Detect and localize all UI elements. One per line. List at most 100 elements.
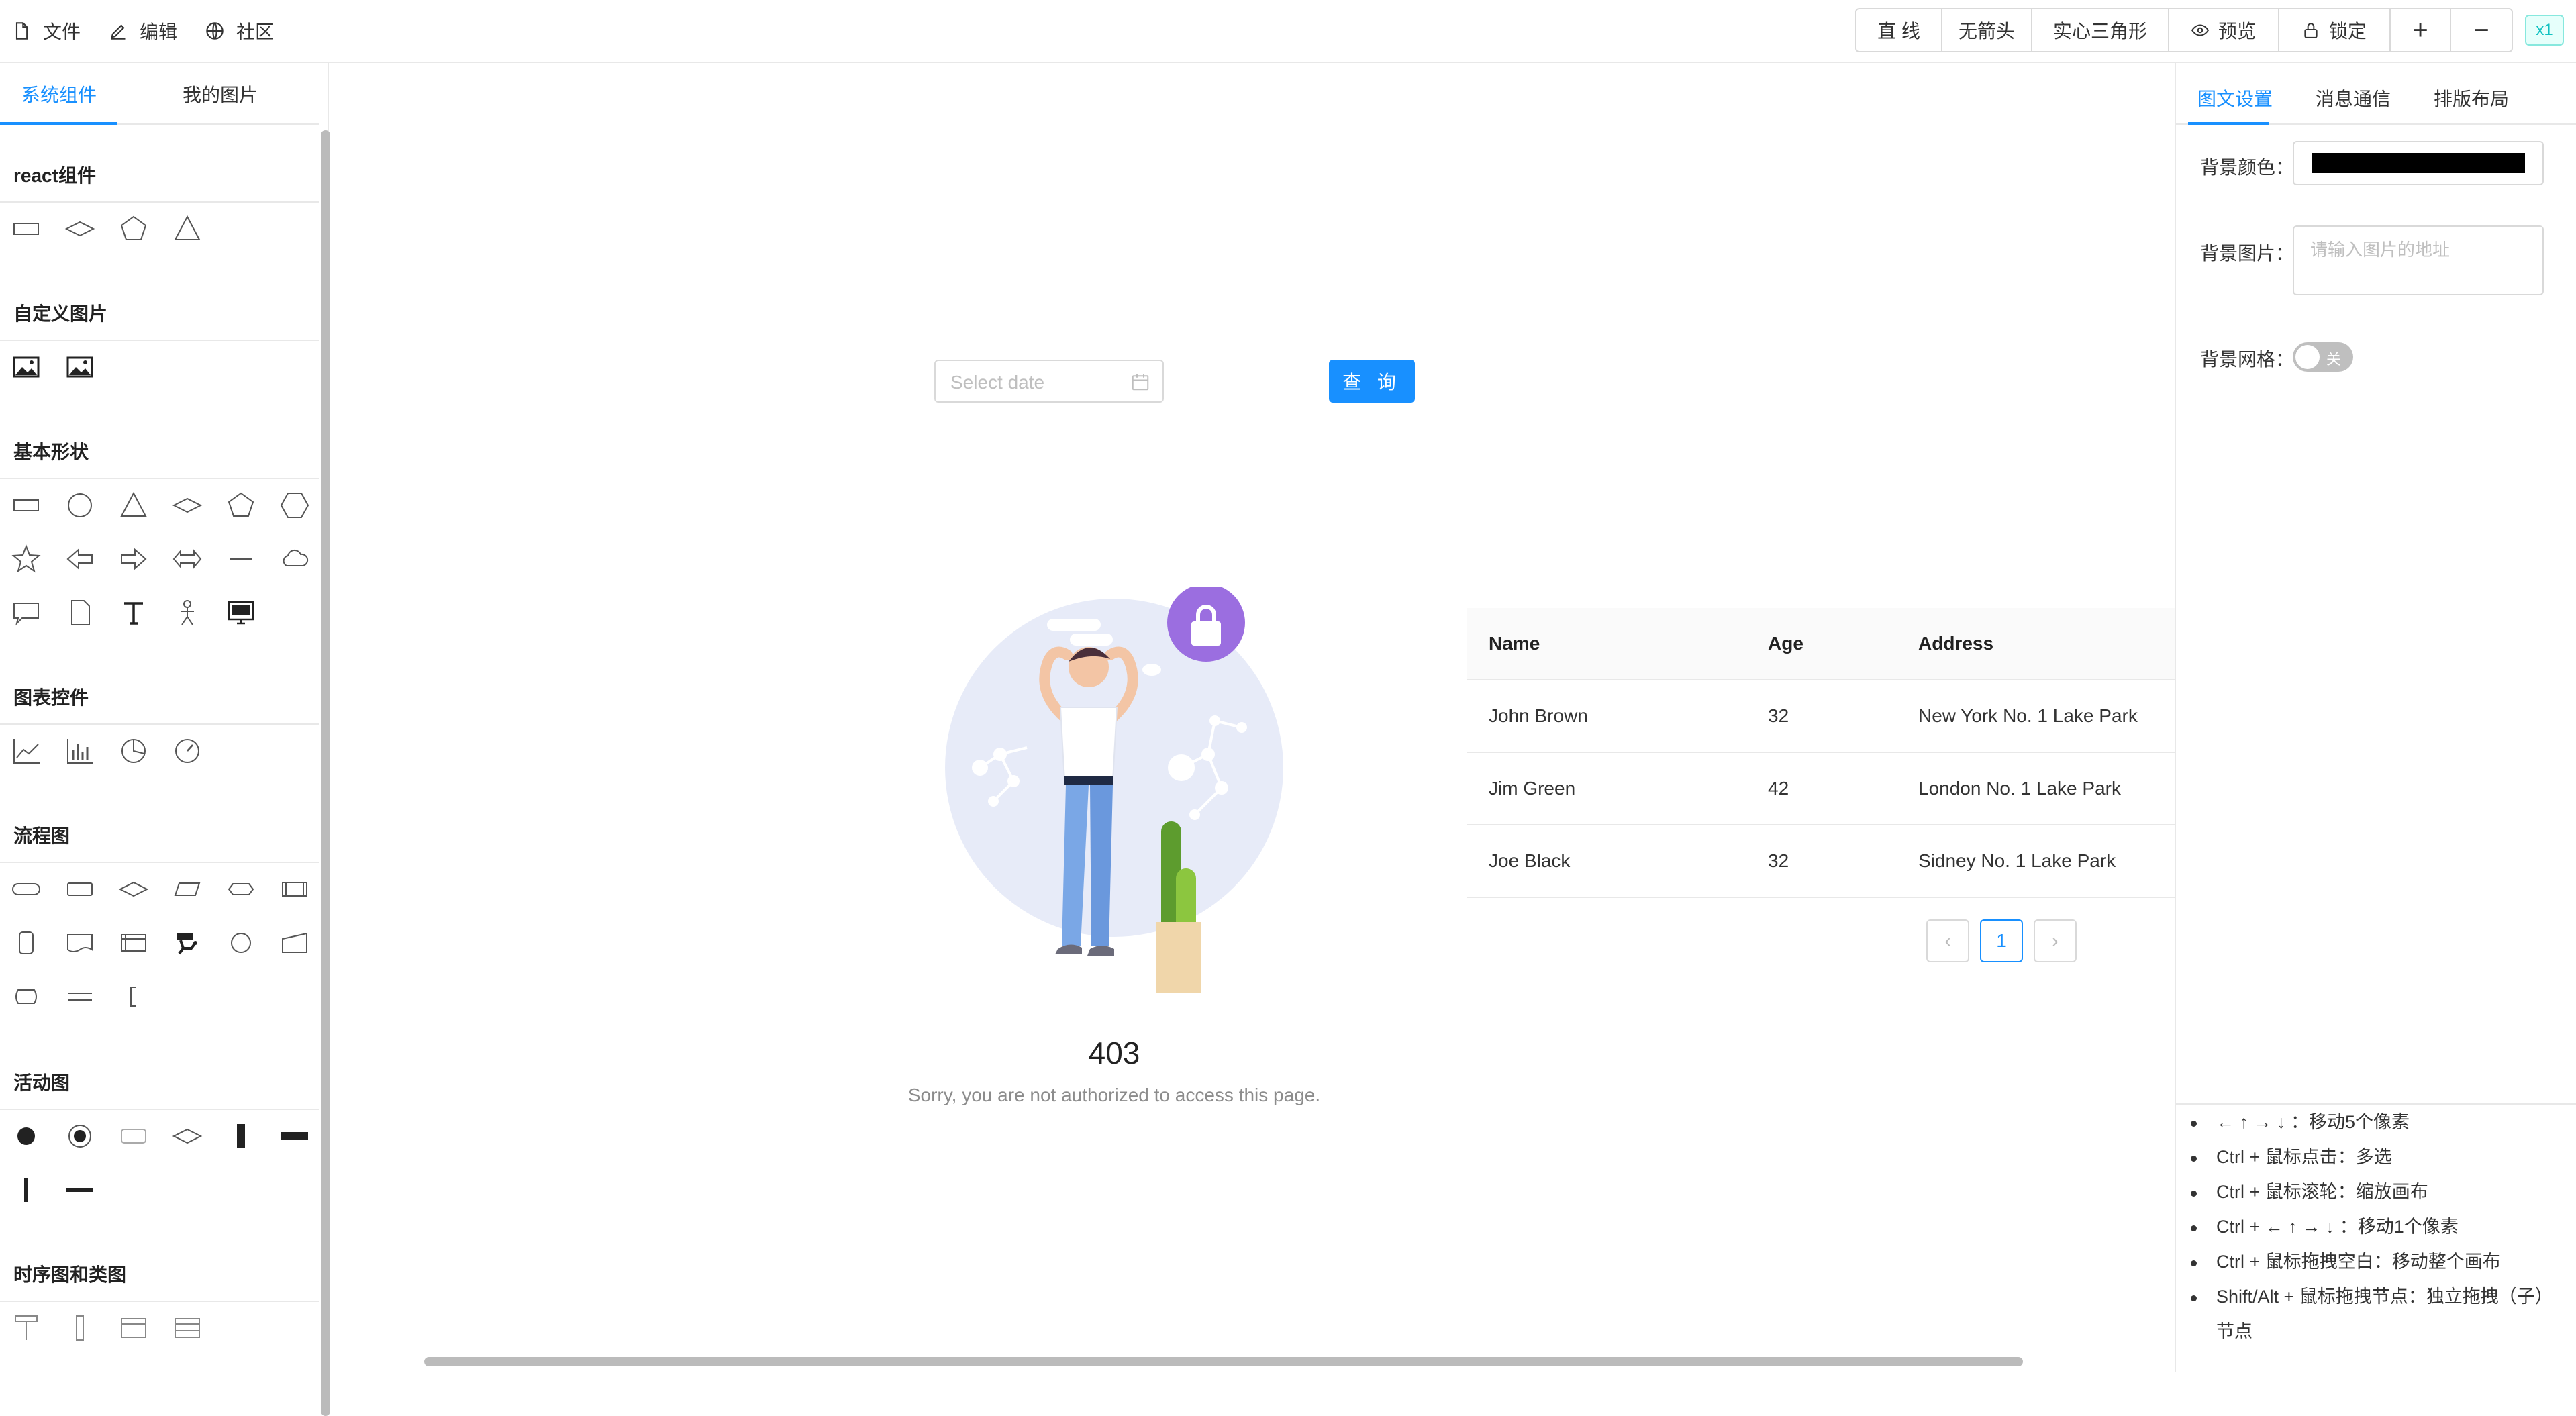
custom-image-1[interactable]	[9, 350, 43, 384]
vertical-bar-icon	[237, 1124, 245, 1148]
pagination-page-1[interactable]: 1	[1980, 919, 2023, 962]
file-menu[interactable]: 文件	[12, 16, 81, 46]
bar-chart-shape[interactable]	[63, 734, 97, 768]
comment-shape[interactable]	[117, 980, 150, 1013]
class-shape[interactable]	[170, 1311, 204, 1345]
edit-menu[interactable]: 编辑	[109, 16, 177, 46]
text-shape[interactable]	[117, 596, 150, 629]
circle-shape[interactable]	[63, 489, 97, 522]
star-shape[interactable]	[9, 542, 43, 576]
react-pentagon-shape[interactable]	[117, 212, 150, 246]
pie-chart-shape[interactable]	[117, 734, 150, 768]
decision-shape[interactable]	[117, 872, 150, 906]
custom-image-2[interactable]	[63, 350, 97, 384]
double-arrow-shape[interactable]	[170, 542, 204, 576]
section-custom-image: 自定义图片	[13, 303, 108, 324]
tab-my-images[interactable]: 我的图片	[183, 81, 258, 107]
canvas-horizontal-scrollbar[interactable]	[424, 1357, 2023, 1366]
design-canvas[interactable]: Select date 查 询 403 Sorry, you are not a…	[336, 63, 2412, 1372]
plus-icon: +	[2412, 15, 2428, 45]
swimlane-vertical-shape[interactable]	[9, 1173, 43, 1207]
parallel-shape[interactable]	[63, 980, 97, 1013]
bullet	[2191, 1295, 2197, 1301]
person-shape[interactable]	[170, 596, 204, 629]
lock-button[interactable]: 锁定	[2279, 9, 2391, 51]
pagination-prev-button[interactable]: ‹	[1926, 919, 1969, 962]
edit-menu-label: 编辑	[140, 21, 178, 42]
divider	[0, 1109, 319, 1110]
bg-grid-toggle[interactable]: 关	[2293, 342, 2353, 372]
react-triangle-shape[interactable]	[170, 212, 204, 246]
display-shape[interactable]	[9, 980, 43, 1013]
hexagon-shape[interactable]	[278, 489, 311, 522]
fork-vertical-shape[interactable]	[224, 1119, 258, 1153]
data-shape[interactable]	[170, 872, 204, 906]
cloud-shape[interactable]	[278, 542, 311, 576]
react-diamond-shape[interactable]	[63, 212, 97, 246]
bg-image-url-input[interactable]: 请输入图片的地址	[2293, 225, 2544, 295]
tip-item: ← ↑ → ↓ ：移动5个像素	[2216, 1112, 2410, 1132]
pentagon-icon	[120, 215, 147, 240]
fork-horizontal-shape[interactable]	[278, 1119, 311, 1153]
tab-layout[interactable]: 排版布局	[2434, 85, 2509, 111]
pentagon-shape[interactable]	[224, 489, 258, 522]
storage-icon	[19, 931, 34, 954]
arrow-start-label: 无箭头	[1958, 21, 2015, 42]
diamond-icon	[64, 221, 95, 237]
left-scrollbar[interactable]	[321, 130, 330, 1416]
tab-messaging[interactable]: 消息通信	[2316, 85, 2391, 111]
speech-bubble-icon	[13, 603, 39, 626]
document-shape[interactable]	[63, 926, 97, 960]
bg-color-picker[interactable]	[2293, 141, 2544, 185]
diamond-icon	[172, 1128, 203, 1144]
line-type-button[interactable]: 直 线	[1856, 9, 1942, 51]
arrow-start-button[interactable]: 无箭头	[1942, 9, 2032, 51]
line-shape[interactable]	[224, 542, 258, 576]
action-shape[interactable]	[117, 1119, 150, 1153]
preparation-shape[interactable]	[224, 872, 258, 906]
pagination-next-button[interactable]: ›	[2034, 919, 2077, 962]
tab-graphic-settings[interactable]: 图文设置	[2197, 85, 2273, 111]
zoom-in-button[interactable]: +	[2391, 9, 2451, 51]
initial-node-shape[interactable]	[9, 1119, 43, 1153]
manual-input-shape[interactable]	[278, 926, 311, 960]
lifeline-shape[interactable]	[9, 1311, 43, 1345]
storage-shape[interactable]	[9, 926, 43, 960]
query-button[interactable]: 查 询	[1329, 360, 1415, 403]
process-shape[interactable]	[63, 872, 97, 906]
date-picker[interactable]: Select date	[934, 360, 1164, 403]
terminator-shape[interactable]	[9, 872, 43, 906]
process-icon	[67, 882, 93, 896]
gauge-chart-shape[interactable]	[170, 734, 204, 768]
left-arrow-shape[interactable]	[63, 542, 97, 576]
right-arrow-shape[interactable]	[117, 542, 150, 576]
subprocess-shape[interactable]	[278, 872, 311, 906]
swimlane-horizontal-shape[interactable]	[63, 1173, 97, 1207]
activity-decision-shape[interactable]	[170, 1119, 204, 1153]
monitor-icon	[228, 601, 254, 625]
monitor-shape[interactable]	[224, 596, 258, 629]
image-icon	[66, 356, 93, 378]
tab-system-components[interactable]: 系统组件	[21, 81, 97, 107]
line-chart-shape[interactable]	[9, 734, 43, 768]
arrow-end-button[interactable]: 实心三角形	[2032, 9, 2169, 51]
final-node-shape[interactable]	[63, 1119, 97, 1153]
active-tab-indicator	[0, 122, 117, 125]
activation-shape[interactable]	[63, 1311, 97, 1345]
preview-button[interactable]: 预览	[2169, 9, 2279, 51]
react-rectangle-shape[interactable]	[9, 212, 43, 246]
community-menu[interactable]: 社区	[205, 16, 274, 46]
zoom-out-button[interactable]: −	[2451, 9, 2512, 51]
rectangle-shape[interactable]	[9, 489, 43, 522]
component-tabs: 系统组件 我的图片	[0, 63, 319, 125]
simple-class-shape[interactable]	[117, 1311, 150, 1345]
globe-icon	[206, 22, 224, 40]
file-shape[interactable]	[63, 596, 97, 629]
activation-icon	[76, 1315, 84, 1341]
triangle-shape[interactable]	[117, 489, 150, 522]
internal-storage-shape[interactable]	[117, 926, 150, 960]
callout-shape[interactable]	[9, 596, 43, 629]
diamond-shape[interactable]	[170, 489, 204, 522]
connector-shape[interactable]	[224, 926, 258, 960]
manual-operation-shape[interactable]	[170, 926, 204, 960]
